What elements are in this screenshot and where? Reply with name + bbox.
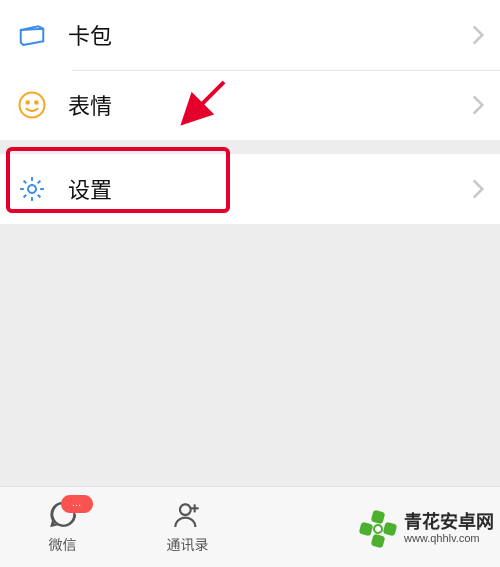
tab-label: 微信 [49, 535, 77, 555]
menu-label: 设置 [68, 173, 472, 205]
smile-icon [16, 89, 48, 121]
chat-icon: … [47, 499, 79, 531]
menu-label: 表情 [68, 89, 472, 121]
tab-bar: … 微信 通讯录 [0, 486, 500, 567]
menu-group-2: 设置 [0, 154, 500, 224]
menu-item-settings[interactable]: 设置 [0, 154, 500, 224]
card-icon [16, 19, 48, 51]
tab-placeholder [250, 487, 375, 567]
chevron-right-icon [472, 25, 484, 45]
menu-label: 卡包 [68, 19, 472, 51]
menu-item-sticker[interactable]: 表情 [0, 70, 500, 140]
tab-placeholder [375, 487, 500, 567]
tab-contacts[interactable]: 通讯录 [125, 487, 250, 567]
tab-chat[interactable]: … 微信 [0, 487, 125, 567]
menu-group-1: 卡包 表情 [0, 0, 500, 140]
tab-label: 通讯录 [167, 535, 209, 555]
chevron-right-icon [472, 179, 484, 199]
contacts-icon [172, 499, 204, 531]
gear-icon [16, 173, 48, 205]
badge: … [61, 495, 93, 513]
menu-item-card[interactable]: 卡包 [0, 0, 500, 70]
chevron-right-icon [472, 95, 484, 115]
